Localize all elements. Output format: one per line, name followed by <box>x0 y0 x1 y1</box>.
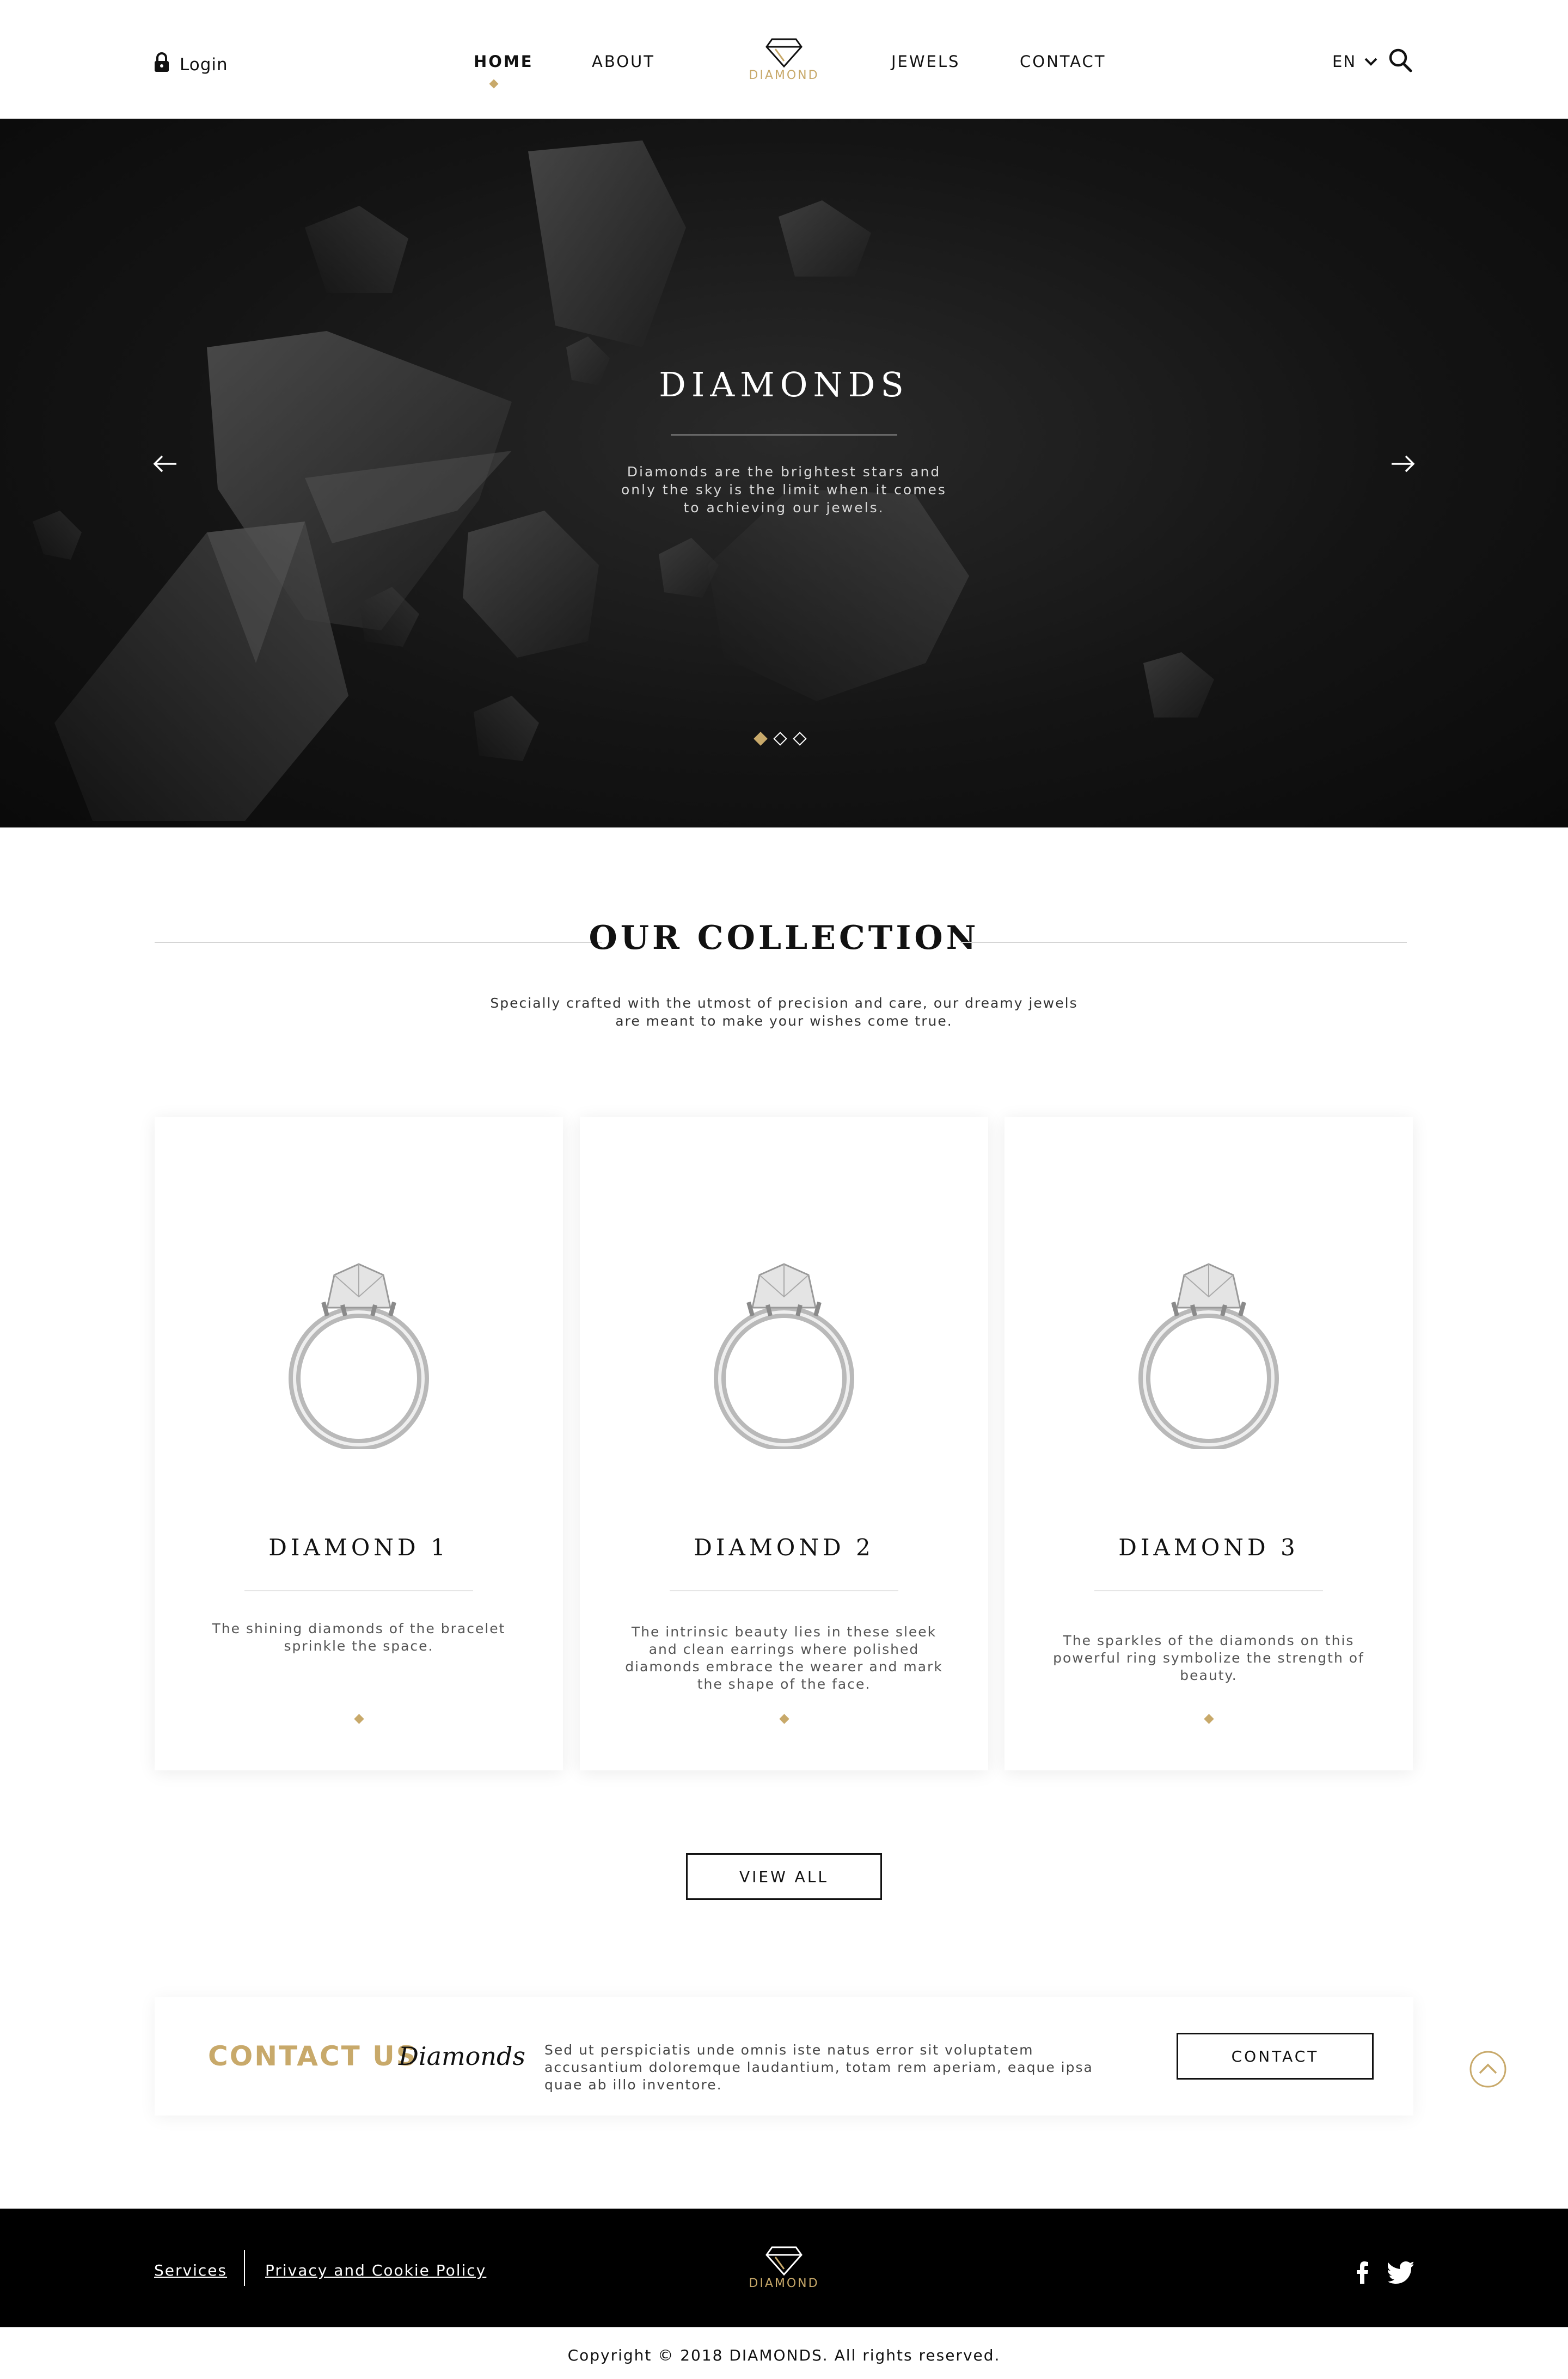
card-description: The sparkles of the diamonds on this pow… <box>1053 1633 1364 1683</box>
twitter-icon <box>1387 2261 1414 2284</box>
search-icon <box>1389 48 1412 72</box>
nav-contact[interactable]: CONTACT <box>1020 52 1106 71</box>
site-logo[interactable]: DIAMOND <box>744 36 824 82</box>
footer-separator <box>244 2250 245 2286</box>
product-card-1[interactable]: DIAMOND 1 The shining diamonds of the br… <box>155 1117 563 1770</box>
hero-slider: DIAMONDS Diamonds are the brightest star… <box>0 119 1568 827</box>
footer-logo-text: DIAMOND <box>749 2277 819 2290</box>
product-card-3[interactable]: DIAMOND 3 The sparkles of the diamonds o… <box>1004 1117 1413 1770</box>
search-button[interactable] <box>1388 48 1412 75</box>
diamond-bullet-icon <box>779 1714 789 1724</box>
language-label: EN <box>1332 52 1357 71</box>
chevron-up-icon <box>1469 2051 1506 2088</box>
slide-dot-3[interactable] <box>793 732 807 746</box>
footer-link-privacy[interactable]: Privacy and Cookie Policy <box>265 2261 486 2279</box>
login-label: Login <box>180 55 228 75</box>
ring-image <box>714 1263 854 1449</box>
contact-banner: CONTACT US Diamonds Sed ut perspiciatis … <box>155 1997 1413 2116</box>
diamond-logo-icon <box>765 2246 803 2276</box>
next-slide-button[interactable] <box>1391 455 1416 475</box>
card-divider <box>670 1590 898 1591</box>
copyright-text: Copyright © 2018 DIAMONDS. All rights re… <box>567 2346 1001 2364</box>
footer-link-services[interactable]: Services <box>154 2261 227 2279</box>
site-footer: Services Privacy and Cookie Policy DIAMO… <box>0 2209 1568 2327</box>
card-divider <box>244 1590 473 1591</box>
card-title: DIAMOND 1 <box>268 1534 449 1561</box>
card-description: The shining diamonds of the bracelet spr… <box>212 1621 506 1654</box>
back-to-top-button[interactable] <box>1469 2050 1507 2090</box>
twitter-link[interactable] <box>1387 2261 1414 2286</box>
collection-title: OUR COLLECTION <box>589 919 979 957</box>
chevron-down-icon <box>1364 52 1378 71</box>
slide-dot-1[interactable] <box>754 732 768 746</box>
facebook-link[interactable] <box>1356 2261 1369 2286</box>
view-all-button[interactable]: VIEW ALL <box>686 1853 882 1900</box>
contact-title: CONTACT US <box>208 2040 418 2072</box>
card-title: DIAMOND 2 <box>694 1534 874 1561</box>
lock-icon <box>154 52 170 77</box>
diamond-bullet-icon <box>354 1714 364 1724</box>
hero-title: DIAMONDS <box>659 365 909 404</box>
login-link[interactable]: Login <box>154 52 228 77</box>
nav-home[interactable]: HOME <box>474 52 534 71</box>
prev-slide-button[interactable] <box>152 455 177 475</box>
ring-image <box>289 1263 429 1449</box>
arrow-right-icon <box>1392 455 1415 473</box>
contact-button[interactable]: CONTACT <box>1177 2033 1374 2080</box>
active-nav-diamond-icon <box>489 79 499 89</box>
card-description: The intrinsic beauty lies in these sleek… <box>625 1624 943 1692</box>
contact-text: Sed ut perspiciatis unde omnis iste natu… <box>544 2042 1093 2093</box>
footer-logo[interactable]: DIAMOND <box>744 2244 824 2290</box>
collection-title-line-right <box>960 942 1407 943</box>
ring-image <box>1138 1263 1279 1449</box>
slide-dot-2[interactable] <box>773 732 787 746</box>
hero-subtitle: Diamonds are the brightest stars and onl… <box>621 464 947 516</box>
contact-script-word: Diamonds <box>399 2041 526 2071</box>
hero-divider <box>671 434 897 436</box>
product-card-2[interactable]: DIAMOND 2 The intrinsic beauty lies in t… <box>580 1117 988 1770</box>
arrow-left-icon <box>153 455 176 473</box>
site-header: Login HOME ABOUT DIAMOND JEWELS CONTACT … <box>0 0 1568 119</box>
collection-subtitle: Specially crafted with the utmost of pre… <box>490 995 1078 1029</box>
slide-indicators <box>754 732 807 746</box>
nav-about[interactable]: ABOUT <box>592 52 655 71</box>
logo-text: DIAMOND <box>749 69 819 82</box>
language-selector[interactable]: EN <box>1332 52 1378 71</box>
nav-jewels[interactable]: JEWELS <box>891 52 960 71</box>
diamond-bullet-icon <box>1204 1714 1214 1724</box>
card-divider <box>1094 1590 1323 1591</box>
diamond-logo-icon <box>765 38 803 68</box>
card-title: DIAMOND 3 <box>1118 1534 1299 1561</box>
facebook-icon <box>1357 2261 1368 2284</box>
